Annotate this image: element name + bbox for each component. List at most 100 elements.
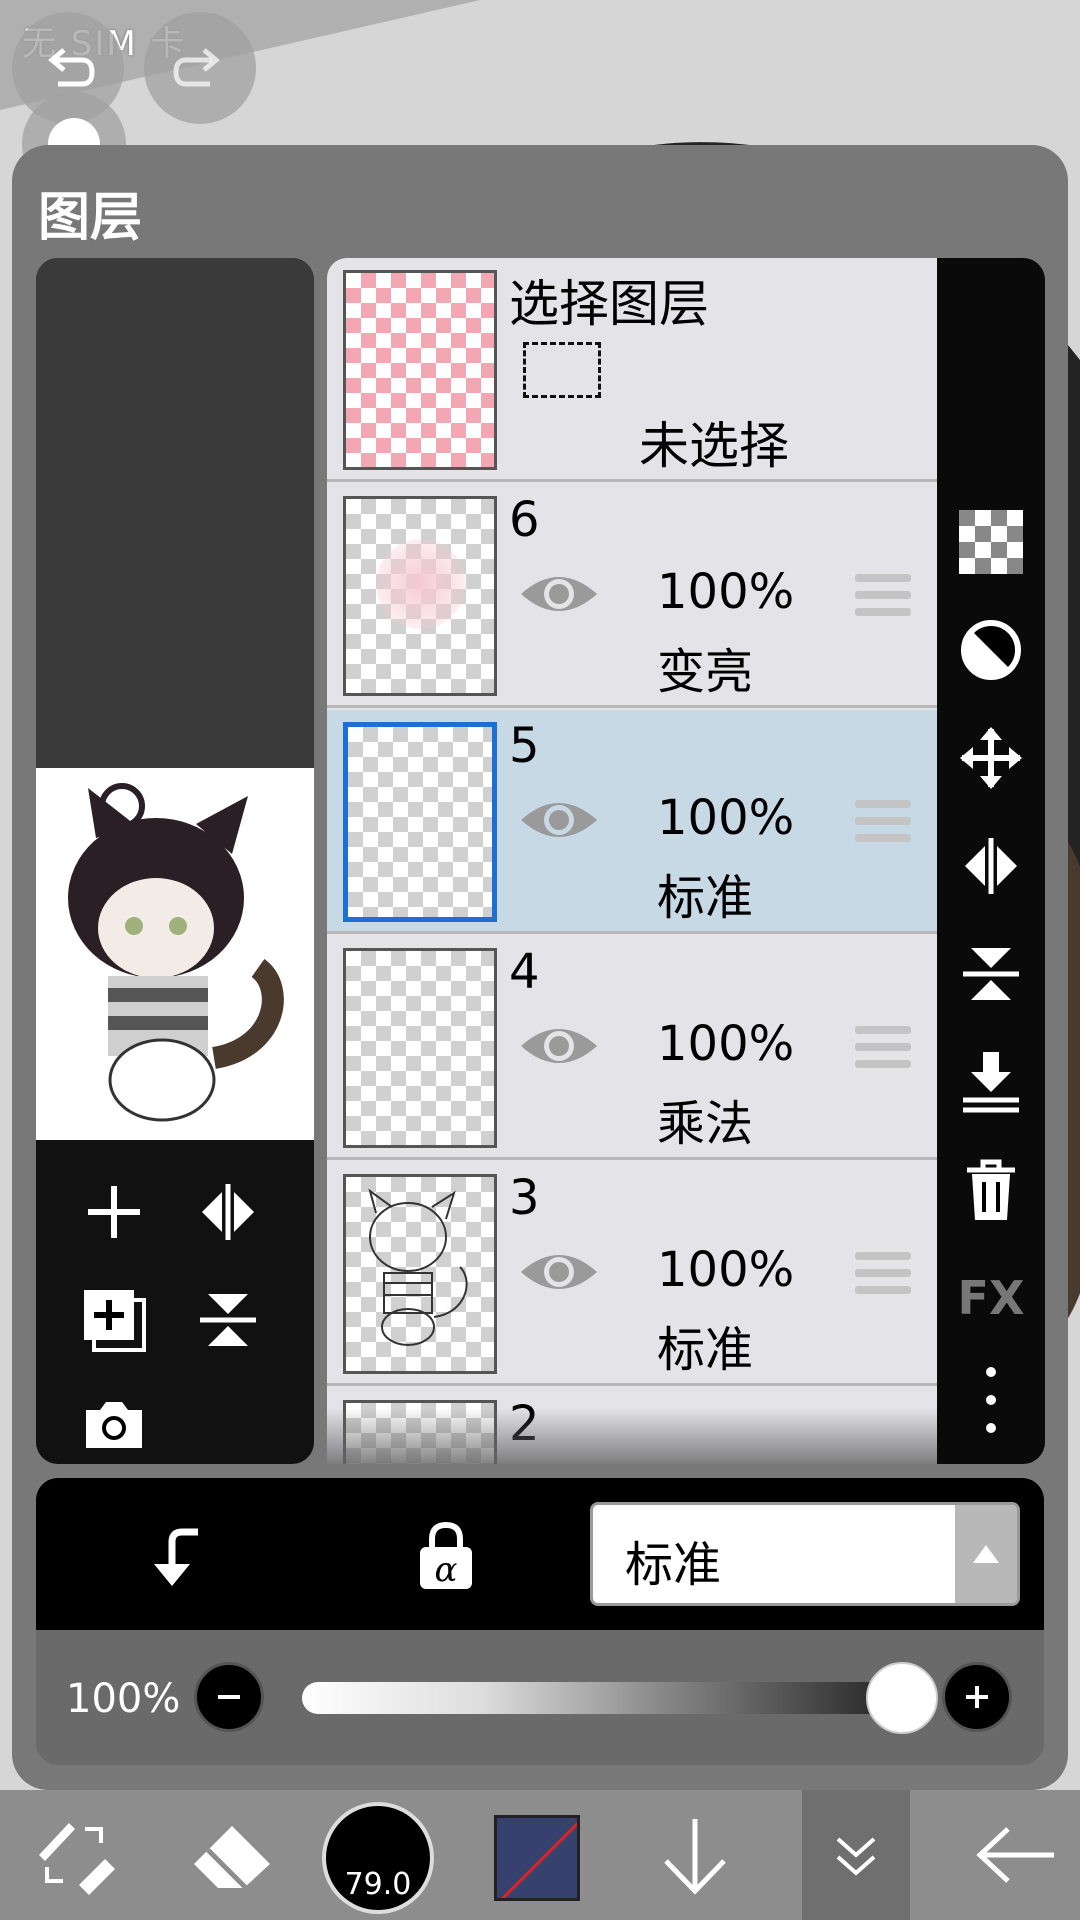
- duplicate-layer-icon: [84, 1290, 146, 1352]
- layer-number: 6: [509, 492, 540, 548]
- layer-number: 4: [509, 944, 540, 1000]
- minus-icon: [218, 1695, 240, 1699]
- drag-handle-icon[interactable]: [855, 1252, 911, 1300]
- clip-to-below-button[interactable]: [136, 1518, 216, 1598]
- clip-arrow-icon: [154, 1528, 198, 1586]
- flip-horizontal-icon: [965, 838, 1017, 894]
- move-layer-button[interactable]: [953, 720, 1029, 796]
- layer-row-selected[interactable]: 5 100% 标准: [327, 710, 937, 934]
- character-thumbnail-image: [68, 783, 284, 1122]
- fx-button[interactable]: FX: [953, 1260, 1029, 1336]
- merge-down-icon: [963, 1052, 1019, 1113]
- layer-thumbnail: [343, 496, 497, 696]
- selection-marquee-icon: [523, 342, 601, 398]
- layer-thumbnail: [343, 722, 497, 922]
- layer-opacity: 100%: [657, 1016, 795, 1072]
- layer-opacity: 100%: [657, 564, 795, 620]
- transparency-button[interactable]: [953, 504, 1029, 580]
- opacity-increase-button[interactable]: [942, 1662, 1012, 1732]
- visibility-eye-icon[interactable]: [519, 792, 599, 848]
- layer-opacity: 100%: [657, 1242, 795, 1298]
- back-button[interactable]: [956, 1790, 1076, 1920]
- layer-blend-mode: 乘法: [657, 1096, 754, 1152]
- move-arrows-icon: [960, 727, 1022, 789]
- visibility-eye-icon[interactable]: [519, 1244, 599, 1300]
- layer-thumbnail: [343, 948, 497, 1148]
- duplicate-layer-button[interactable]: [72, 1278, 156, 1362]
- redo-button[interactable]: [144, 12, 256, 124]
- layer-down-button[interactable]: [640, 1790, 750, 1920]
- camera-icon: [86, 1402, 142, 1448]
- opacity-decrease-button[interactable]: [194, 1662, 264, 1732]
- list-fade-overlay: [327, 1408, 937, 1464]
- color-swatch-slash: [500, 1821, 577, 1898]
- selection-layer-title: 选择图层: [509, 275, 709, 333]
- eraser-icon: [194, 1826, 270, 1890]
- visibility-eye-icon[interactable]: [519, 566, 599, 622]
- brush-size-button[interactable]: 79.0: [322, 1802, 434, 1914]
- drag-handle-icon[interactable]: [855, 574, 911, 622]
- more-vertical-icon: [986, 1367, 996, 1433]
- blend-mode-select[interactable]: 标准: [590, 1502, 1020, 1606]
- color-swatch-button[interactable]: [494, 1815, 580, 1901]
- layer-list[interactable]: 选择图层 未选择 6 100% 变亮 5 100% 标准 4 100% 乘法 3…: [327, 258, 937, 1464]
- layer-blend-mode: 变亮: [657, 644, 754, 700]
- tool-switch-button[interactable]: [14, 1790, 134, 1920]
- opacity-value: 100%: [66, 1676, 181, 1722]
- visibility-eye-icon[interactable]: [519, 1018, 599, 1074]
- flip-vertical-button[interactable]: [186, 1278, 270, 1362]
- sketch-thumbnail-image: [368, 1188, 468, 1346]
- arrow-left-icon: [976, 1827, 1054, 1883]
- drag-handle-icon[interactable]: [855, 1026, 911, 1074]
- delete-layer-button[interactable]: [953, 1152, 1029, 1228]
- more-options-button[interactable]: [953, 1362, 1029, 1438]
- brush-eraser-swap-icon: [39, 1823, 115, 1895]
- double-chevron-down-icon: [836, 1837, 876, 1876]
- undo-icon: [48, 48, 95, 87]
- layer-row[interactable]: 6 100% 变亮: [327, 484, 937, 708]
- alpha-lock-icon: α: [420, 1521, 472, 1590]
- flip-layer-horizontal-button[interactable]: [953, 828, 1029, 904]
- layers-toggle-button[interactable]: [802, 1790, 910, 1920]
- checkerboard-icon: [959, 510, 1023, 574]
- layer-thumbnail: [343, 1174, 497, 1374]
- canvas-preview-area: [36, 258, 314, 768]
- opacity-slider-knob[interactable]: [866, 1662, 938, 1734]
- plus-icon: [88, 1186, 140, 1238]
- flip-vertical-icon: [963, 948, 1019, 1000]
- opacity-slider-track[interactable]: [302, 1682, 902, 1714]
- half-circle-icon: [961, 620, 1021, 680]
- merge-down-button[interactable]: [953, 1044, 1029, 1120]
- add-layer-button[interactable]: [72, 1170, 156, 1254]
- layer-blend-mode: 标准: [657, 1322, 754, 1378]
- canvas-thumbnail[interactable]: [36, 768, 314, 1140]
- selection-layer-row[interactable]: 选择图层 未选择: [327, 258, 937, 482]
- svg-text:α: α: [435, 1550, 458, 1590]
- layer-number: 3: [509, 1170, 540, 1226]
- blend-mode-value: 标准: [625, 1537, 722, 1593]
- plus-icon: [966, 1686, 988, 1708]
- arrow-down-icon: [664, 1819, 726, 1895]
- flip-layer-vertical-button[interactable]: [953, 936, 1029, 1012]
- flip-horizontal-icon: [202, 1184, 254, 1240]
- brush-size-value: 79.0: [344, 1867, 412, 1902]
- drag-handle-icon[interactable]: [855, 800, 911, 848]
- layer-content-blur: [376, 539, 466, 629]
- selection-state-label: 未选择: [639, 417, 789, 475]
- redo-icon: [173, 48, 220, 87]
- layer-opacity: 100%: [657, 790, 795, 846]
- right-tool-column: FX: [937, 258, 1045, 1464]
- dropdown-arrow-icon: [955, 1505, 1017, 1603]
- layer-row[interactable]: 3 100% 标准: [327, 1162, 937, 1386]
- panel-title: 图层: [38, 188, 143, 248]
- flip-horizontal-button[interactable]: [186, 1170, 270, 1254]
- left-column: [36, 258, 314, 1464]
- camera-import-button[interactable]: [72, 1382, 156, 1464]
- trash-icon: [967, 1159, 1015, 1220]
- clipping-button[interactable]: [953, 612, 1029, 688]
- layer-number: 5: [509, 718, 540, 774]
- alpha-lock-button[interactable]: α: [406, 1510, 486, 1600]
- eraser-tool-button[interactable]: [172, 1790, 292, 1920]
- layer-row[interactable]: 4 100% 乘法: [327, 936, 937, 1160]
- flip-vertical-icon: [200, 1294, 256, 1346]
